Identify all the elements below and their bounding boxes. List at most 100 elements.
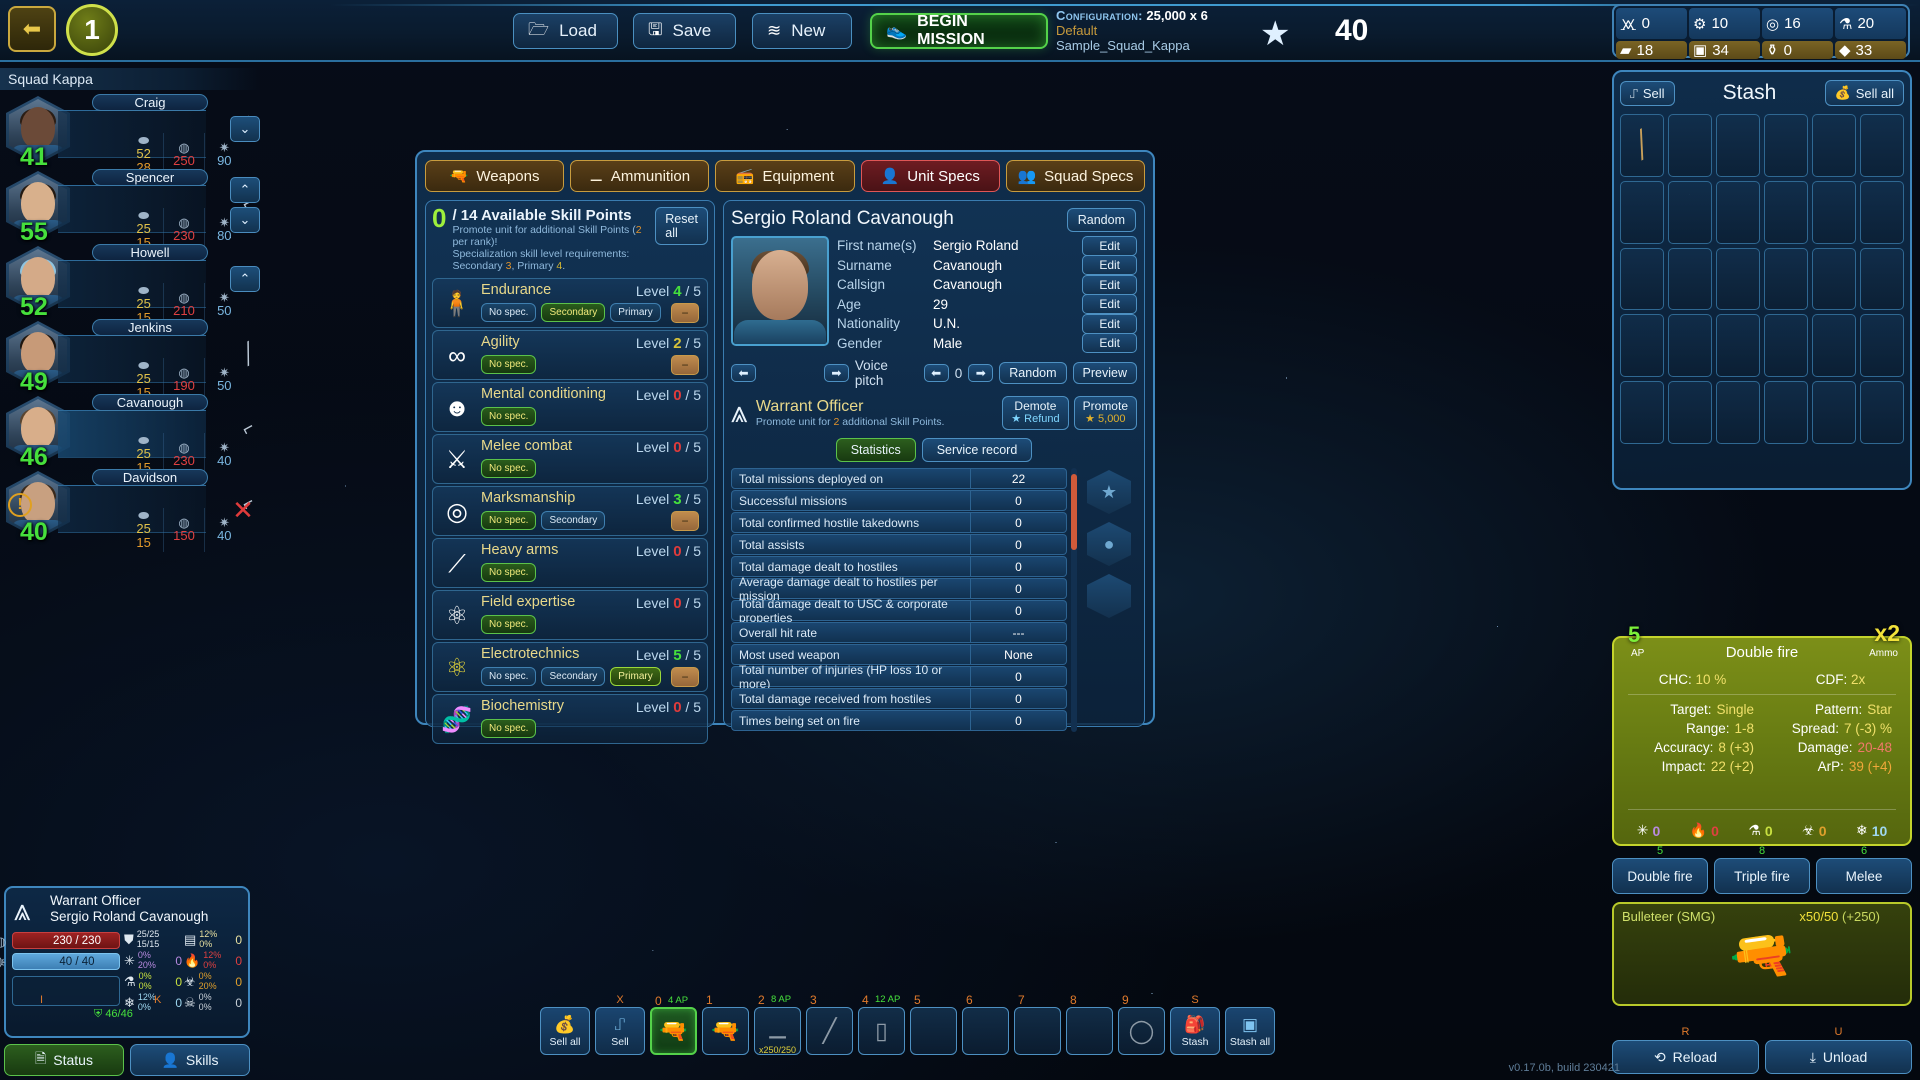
stash-slot[interactable]: [1764, 247, 1808, 311]
prev-unit-button[interactable]: ⬅: [731, 364, 757, 382]
hotbar-slot-7[interactable]: 7: [1014, 993, 1061, 1055]
stash-slot[interactable]: [1860, 381, 1904, 444]
skill-decrease-button[interactable]: −: [671, 667, 699, 687]
stash-slot[interactable]: [1764, 314, 1808, 378]
stash-slot[interactable]: [1860, 247, 1904, 311]
fire-mode-double-fire[interactable]: 5 Double fire: [1612, 845, 1708, 894]
sell-button[interactable]: ⑀ Sell: [1620, 80, 1675, 106]
spec-option[interactable]: No spec.: [481, 615, 537, 634]
stash-slot[interactable]: [1764, 180, 1808, 244]
skill-row-endurance[interactable]: 🧍 Endurance Level 4 / 5 No spec. Secondary Pr…: [432, 278, 708, 328]
reload-button[interactable]: R ⟲ Reload: [1612, 1026, 1759, 1074]
skill-row-field-expertise[interactable]: ⚛ Field expertise Level 0 / 5 No spec.: [432, 590, 708, 640]
unit-move-down[interactable]: ⌄: [230, 116, 260, 142]
next-unit-button[interactable]: ➡: [823, 364, 849, 382]
hotbar-slot-4[interactable]: 4 12 AP ▯: [858, 993, 905, 1055]
spec-option[interactable]: Secondary: [541, 511, 606, 530]
hotbar-slot-6[interactable]: 6: [962, 993, 1009, 1055]
stash-slot[interactable]: [1860, 180, 1904, 244]
new-button[interactable]: ≋ New: [752, 13, 852, 49]
stash-slot[interactable]: [1668, 381, 1712, 444]
stash-slot[interactable]: [1668, 114, 1712, 177]
stash-slot[interactable]: [1812, 381, 1856, 444]
statistics-scrollbar[interactable]: [1071, 468, 1077, 732]
stash-slot[interactable]: [1668, 180, 1712, 244]
spec-option[interactable]: Secondary: [541, 303, 606, 322]
skill-row-melee-combat[interactable]: ⚔ Melee combat Level 0 / 5 No spec.: [432, 434, 708, 484]
spec-option[interactable]: Primary: [610, 667, 661, 686]
skill-decrease-button[interactable]: −: [671, 511, 699, 531]
load-button[interactable]: 🗁 Load: [513, 13, 618, 49]
squad-unit-howell[interactable]: 52⬬2515◍210✷50Howell⌐⌃: [0, 242, 260, 327]
hotbar-slot-8[interactable]: 8: [1066, 993, 1113, 1055]
voice-preview-button[interactable]: Preview: [1072, 362, 1137, 384]
stash-slot[interactable]: [1764, 381, 1808, 444]
edit-button[interactable]: Edit: [1082, 333, 1137, 354]
sell-button[interactable]: X ⑀ Sell: [595, 994, 645, 1055]
remove-unit-button[interactable]: ✕: [228, 495, 258, 525]
skill-row-mental-conditioning[interactable]: ☻ Mental conditioning Level 0 / 5 No spec.: [432, 382, 708, 432]
skill-row-agility[interactable]: ∞ Agility Level 2 / 5 No spec. −: [432, 330, 708, 380]
unit-move-up[interactable]: ⌃: [230, 177, 260, 203]
spec-option[interactable]: No spec.: [481, 667, 537, 686]
squad-unit-davidson[interactable]: 40 ⬬ 25 15 ◍ 150 ✷ 40 Davidson ⌐ ✕!: [0, 467, 260, 552]
tab-equipment[interactable]: 📻 Equipment: [715, 160, 855, 192]
fire-mode-melee[interactable]: 6 Melee: [1816, 845, 1912, 894]
hotbar-slot-2[interactable]: 2 8 AP ⚊ x250/250: [754, 993, 801, 1055]
subtab-service-record[interactable]: Service record: [921, 438, 1033, 462]
edit-button[interactable]: Edit: [1082, 294, 1137, 315]
stash-slot[interactable]: [1860, 114, 1904, 177]
stash-slot[interactable]: [1620, 247, 1664, 311]
voice-pitch-up[interactable]: ➡: [968, 364, 994, 382]
scrollbar-thumb[interactable]: [1071, 474, 1077, 550]
skill-decrease-button[interactable]: −: [671, 303, 699, 323]
stash-slot[interactable]: [1620, 381, 1664, 444]
save-button[interactable]: 🖫 Save: [633, 13, 736, 49]
squad-unit-spencer[interactable]: 55 ⬬ 25 15 ◍ 230 ✷ 80 Spencer ⌐ ⌃ ⌄: [0, 167, 260, 252]
spec-option[interactable]: Primary: [610, 303, 661, 322]
stash-slot[interactable]: [1812, 180, 1856, 244]
spec-option[interactable]: Secondary: [541, 667, 606, 686]
skill-decrease-button[interactable]: −: [671, 355, 699, 375]
stash-slot[interactable]: [1812, 314, 1856, 378]
tab-ammunition[interactable]: ⚊ Ammunition: [570, 160, 710, 192]
stash-slot[interactable]: [1716, 314, 1760, 378]
unit-move-down[interactable]: ⌄: [230, 207, 260, 233]
stash-slot[interactable]: [1716, 180, 1760, 244]
begin-mission-button[interactable]: 👟 BEGIN MISSION: [870, 13, 1048, 49]
stash-button[interactable]: S 🎒 Stash: [1170, 994, 1220, 1055]
stash-slot[interactable]: [1812, 247, 1856, 311]
spec-option[interactable]: No spec.: [481, 563, 537, 582]
stash-slot[interactable]: [1620, 314, 1664, 378]
skill-row-marksmanship[interactable]: ◎ Marksmanship Level 3 / 5 No spec. Secondar…: [432, 486, 708, 536]
hotbar-slot-0[interactable]: 0 4 AP 🔫: [650, 994, 697, 1055]
stash-slot[interactable]: [1860, 314, 1904, 378]
hotbar-slot-5[interactable]: 5: [910, 993, 957, 1055]
skills-button[interactable]: 👤 Skills: [130, 1044, 250, 1076]
stash-slot[interactable]: [1764, 114, 1808, 177]
edit-button[interactable]: Edit: [1082, 313, 1137, 334]
stash-slot[interactable]: [1812, 114, 1856, 177]
stash-slot[interactable]: [1716, 247, 1760, 311]
skill-row-biochemistry[interactable]: 🧬 Biochemistry Level 0 / 5 No spec.: [432, 694, 708, 744]
hotbar-slot-3[interactable]: 3 ╱: [806, 993, 853, 1055]
stash-slot[interactable]: [1620, 180, 1664, 244]
promote-button[interactable]: Promote ★ 5,000: [1073, 396, 1137, 430]
reset-all-button[interactable]: Reset all: [655, 207, 708, 245]
stash-slot[interactable]: [1668, 314, 1712, 378]
squad-unit-craig[interactable]: 41⬬5228◍250✷90Craig╱⌄: [0, 92, 260, 177]
spec-option[interactable]: No spec.: [481, 355, 537, 374]
stash-slot[interactable]: ╱: [1620, 114, 1664, 177]
stash-slot[interactable]: [1716, 114, 1760, 177]
subtab-statistics[interactable]: Statistics: [835, 438, 916, 462]
voice-random-button[interactable]: Random: [999, 362, 1067, 384]
squad-unit-cavanough[interactable]: 46 ⬬ 25 15 ◍ 230 ✷ 40 Cavanough ⌐: [0, 392, 260, 477]
spec-option[interactable]: No spec.: [481, 511, 537, 530]
back-button[interactable]: ⬅: [8, 6, 56, 52]
stash-all-button[interactable]: ▣ Stash all: [1225, 1007, 1275, 1055]
unload-button[interactable]: U ⤓ Unload: [1765, 1026, 1912, 1074]
tab-unit-specs[interactable]: 👤 Unit Specs: [860, 160, 1000, 192]
stash-slot[interactable]: [1668, 247, 1712, 311]
spec-option[interactable]: No spec.: [481, 719, 537, 738]
randomize-unit-button[interactable]: Random: [1066, 208, 1136, 232]
